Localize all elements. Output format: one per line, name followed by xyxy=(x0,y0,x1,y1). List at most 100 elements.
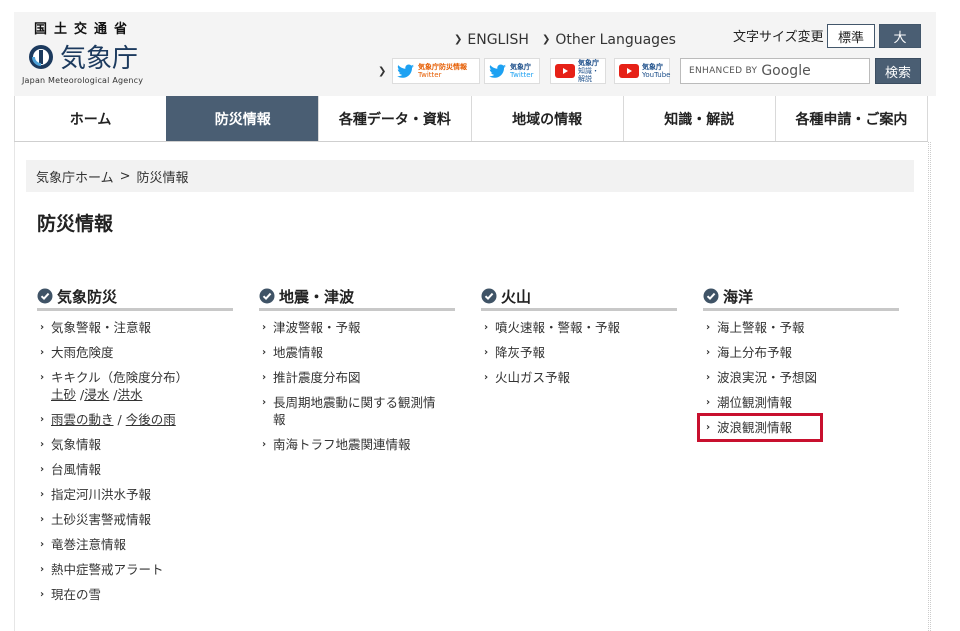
list-item[interactable]: › 降灰予報 xyxy=(481,344,677,361)
english-link[interactable]: ❯ ENGLISH xyxy=(454,32,529,48)
list-item-wave-observation[interactable]: › 波浪観測情報 xyxy=(697,413,823,442)
chevron-right-icon: › xyxy=(262,322,267,333)
chevron-right-icon: › xyxy=(40,564,45,575)
page-title: 防災情報 xyxy=(37,213,114,235)
chevron-right-icon: › xyxy=(484,322,489,333)
check-circle-icon xyxy=(481,288,497,304)
search-input[interactable]: ENHANCED BY Google xyxy=(680,58,870,84)
nav-data[interactable]: 各種データ・資料 xyxy=(318,96,470,141)
chevron-right-icon: › xyxy=(40,414,45,425)
list-item[interactable]: › 指定河川洪水予報 xyxy=(37,486,233,503)
main-border xyxy=(14,142,15,631)
list-item[interactable]: › 火山ガス予報 xyxy=(481,369,677,386)
check-circle-icon xyxy=(703,288,719,304)
list-item[interactable]: › 南海トラフ地震関連情報 xyxy=(259,436,455,453)
section-heading: 海洋 xyxy=(703,284,899,311)
nav-home[interactable]: ホーム xyxy=(14,96,166,141)
list-item[interactable]: › 気象警報・注意報 xyxy=(37,319,233,336)
nav-applications[interactable]: 各種申請・ご案内 xyxy=(774,96,929,141)
list-item[interactable]: › 波浪実況・予想図 xyxy=(703,369,899,386)
mlit-label: 国土交通省 xyxy=(34,22,135,37)
chevron-right-icon: › xyxy=(262,372,267,383)
sns-youtube-knowledge[interactable]: 気象庁 知識・解説 xyxy=(550,58,606,84)
site-header: 国土交通省 気象庁 Japan Meteorological Agency ❯ E… xyxy=(14,12,936,96)
section-weather: 気象防災 › 気象警報・注意報 › 大雨危険度 › キキクル（危険度分布） 土砂 /浸水… xyxy=(37,284,233,611)
chevron-right-icon: › xyxy=(40,372,45,383)
sns-twitter-jma[interactable]: 気象庁 Twitter xyxy=(484,58,540,84)
list-item[interactable]: › 現在の雪 xyxy=(37,586,233,603)
twitter-bird-icon xyxy=(489,64,506,78)
search-button[interactable]: 検索 xyxy=(875,58,921,84)
section-heading: 火山 xyxy=(481,284,677,311)
font-size-large-button[interactable]: 大 xyxy=(879,24,921,48)
list-item[interactable]: › 気象情報 xyxy=(37,436,233,453)
chevron-right-icon: ❯ xyxy=(542,34,551,45)
list-item[interactable]: › 噴火速報・警報・予報 xyxy=(481,319,677,336)
breadcrumb-current: 防災情報 xyxy=(136,170,189,186)
jma-logo[interactable]: 国土交通省 気象庁 Japan Meteorological Agency xyxy=(22,18,162,93)
list-item[interactable]: › 潮位観測情報 xyxy=(703,394,899,411)
chevron-right-icon: › xyxy=(40,589,45,600)
list-item[interactable]: › 地震情報 xyxy=(259,344,455,361)
chevron-right-icon: › xyxy=(40,489,45,500)
chevron-right-icon: › xyxy=(706,422,711,433)
sns-twitter-bousai[interactable]: 気象庁防災情報 Twitter xyxy=(392,58,480,84)
list-item[interactable]: › 津波警報・予報 xyxy=(259,319,455,336)
nav-knowledge[interactable]: 知識・解説 xyxy=(622,96,775,141)
jma-name: 気象庁 xyxy=(60,44,139,74)
list-item[interactable]: › 海上分布予報 xyxy=(703,344,899,361)
main-border xyxy=(928,142,931,631)
breadcrumb-home-link[interactable]: 気象庁ホーム xyxy=(36,167,114,186)
sns-youtube-jma[interactable]: 気象庁 YouTube xyxy=(614,58,670,84)
nav-disaster-info[interactable]: 防災情報 xyxy=(166,96,319,141)
section-ocean: 海洋 › 海上警報・予報 › 海上分布予報 › 波浪実況・予想図 › 潮位観測情報 › 波… xyxy=(697,284,899,444)
future-rain-link[interactable]: 今後の雨 xyxy=(126,412,176,427)
font-size-normal-button[interactable]: 標準 xyxy=(827,24,875,48)
chevron-right-icon: › xyxy=(706,347,711,358)
check-circle-icon xyxy=(259,288,275,304)
chevron-right-icon: › xyxy=(262,397,267,408)
nav-regional[interactable]: 地域の情報 xyxy=(470,96,623,141)
chevron-right-icon: › xyxy=(40,439,45,450)
breadcrumb-separator: > xyxy=(119,168,131,184)
chevron-right-icon: › xyxy=(484,372,489,383)
font-size-label: 文字サイズ変更 xyxy=(733,30,824,45)
chevron-right-icon: › xyxy=(706,322,711,333)
chevron-right-icon: › xyxy=(262,439,267,450)
section-heading: 気象防災 xyxy=(37,284,233,311)
chevron-right-icon: › xyxy=(706,372,711,383)
other-languages-link[interactable]: ❯ Other Languages xyxy=(542,32,676,48)
section-volcano: 火山 › 噴火速報・警報・予報 › 降灰予報 › 火山ガス予報 xyxy=(481,284,677,394)
jma-logo-icon xyxy=(29,45,53,69)
list-item[interactable]: › 熱中症警戒アラート xyxy=(37,561,233,578)
chevron-right-icon: › xyxy=(484,347,489,358)
chevron-right-icon: › xyxy=(262,347,267,358)
list-item[interactable]: › 竜巻注意情報 xyxy=(37,536,233,553)
chevron-right-icon: ❯ xyxy=(378,66,387,77)
kikikuru-dosha-link[interactable]: 土砂 xyxy=(51,387,76,402)
list-item[interactable]: › 大雨危険度 xyxy=(37,344,233,361)
youtube-icon xyxy=(619,64,639,78)
jma-name-en: Japan Meteorological Agency xyxy=(22,76,144,85)
kikikuru-shinsui-link[interactable]: 浸水 xyxy=(84,387,109,402)
kikikuru-kozui-link[interactable]: 洪水 xyxy=(117,387,142,402)
chevron-right-icon: › xyxy=(706,397,711,408)
global-nav: ホーム 防災情報 各種データ・資料 地域の情報 知識・解説 各種申請・ご案内 xyxy=(14,96,929,142)
list-item[interactable]: › 土砂災害警戒情報 xyxy=(37,511,233,528)
list-item[interactable]: › 長周期地震動に関する観測情報 xyxy=(259,394,445,428)
breadcrumb: 気象庁ホーム > 防災情報 xyxy=(26,160,914,192)
list-item-rain: › 雨雲の動き / 今後の雨 xyxy=(40,412,176,427)
chevron-right-icon: › xyxy=(40,322,45,333)
chevron-right-icon: › xyxy=(40,539,45,550)
check-circle-icon xyxy=(37,288,53,304)
rain-clouds-link[interactable]: 雨雲の動き xyxy=(51,412,114,427)
list-item-kikikuru: › キキクル（危険度分布） 土砂 /浸水 /洪水 xyxy=(40,370,189,402)
chevron-right-icon: › xyxy=(40,464,45,475)
list-item[interactable]: › 推計震度分布図 xyxy=(259,369,455,386)
google-logo: Google xyxy=(761,63,811,79)
chevron-right-icon: › xyxy=(40,347,45,358)
list-item[interactable]: › 海上警報・予報 xyxy=(703,319,899,336)
twitter-bird-icon xyxy=(397,64,414,78)
section-earthquake: 地震・津波 › 津波警報・予報 › 地震情報 › 推計震度分布図 › 長周期地震動に関す… xyxy=(259,284,455,461)
list-item[interactable]: › 台風情報 xyxy=(37,461,233,478)
